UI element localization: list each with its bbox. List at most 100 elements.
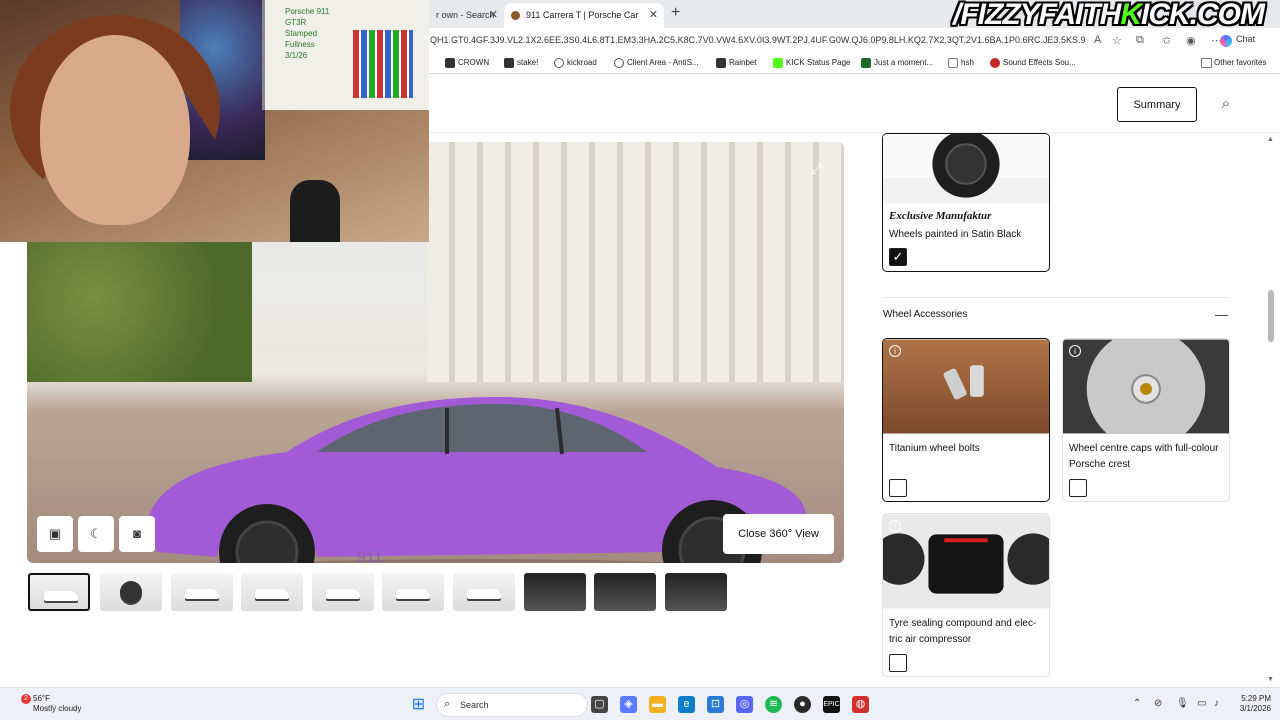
summary-button[interactable]: Summary [1117, 87, 1197, 122]
thumbnail-view-7[interactable] [453, 573, 515, 611]
page-scrollbar-thumb[interactable] [1268, 290, 1274, 342]
favorite-star-icon[interactable]: ☆ [1112, 34, 1122, 47]
rainbet-favicon-icon [716, 58, 726, 68]
thumbnail-view-4[interactable] [241, 573, 303, 611]
edge-browser-icon[interactable]: e [678, 696, 695, 713]
car-thumbnail-icon [396, 589, 430, 599]
thumbnail-view-10[interactable] [665, 573, 727, 611]
copilot-icon[interactable]: ◈ [620, 696, 637, 713]
display-icon[interactable]: ▭ [1197, 698, 1206, 709]
scroll-down-arrow-icon[interactable]: ▼ [1267, 676, 1274, 683]
network-icon[interactable]: ⊘ [1154, 698, 1162, 709]
close-icon[interactable]: ✕ [649, 3, 658, 28]
option-card-wheels-satin-black[interactable]: Exclusive Manufaktur Wheels painted in S… [882, 133, 1050, 272]
client-area-favicon-icon [614, 58, 624, 68]
kick-favicon-icon [773, 58, 783, 68]
night-mode-moon-icon[interactable]: ☾ [78, 516, 114, 552]
kickroad-favicon-icon [554, 58, 564, 68]
bookmark-item[interactable]: Sound Effects Sou... [990, 58, 1076, 68]
extensions-icon[interactable]: ⧉ [1136, 34, 1144, 47]
task-view-icon[interactable]: ▢ [591, 696, 608, 713]
sound-effects-favicon-icon [990, 58, 1000, 68]
obs-icon[interactable]: ● [794, 696, 811, 713]
checkbox-tyre-sealing[interactable] [889, 654, 907, 672]
close-360-view-button[interactable]: Close 360° View [723, 514, 834, 554]
camera-icon[interactable]: ◙ [119, 516, 155, 552]
tab-porsche-configurator[interactable]: 911 Carrera T | Porsche Car Config ✕ [504, 3, 664, 45]
checkbox-wheels-satin-black[interactable]: ✓ [889, 248, 907, 266]
car-thumbnail-icon [185, 589, 219, 599]
favorites-icon[interactable]: ✩ [1162, 34, 1171, 47]
windows-start-icon[interactable]: ⊞ [410, 696, 427, 713]
bookmark-label: KICK Status Page [786, 58, 851, 67]
bookmark-item[interactable]: Client Area - AntiS... [614, 58, 699, 68]
bookmark-item[interactable]: KICK Status Page [773, 58, 851, 68]
spotify-icon[interactable]: ≋ [765, 696, 782, 713]
wheel-satin-black-image [883, 134, 1049, 204]
info-icon[interactable]: i [1069, 345, 1081, 357]
other-favorites-folder[interactable]: Other favorites [1200, 58, 1266, 68]
bookmark-item[interactable]: Just a moment... [861, 58, 933, 68]
background-image-icon[interactable]: ▣ [37, 516, 73, 552]
option-card-wheel-centre-caps[interactable]: i Wheel centre caps with full-colour Por… [1062, 338, 1230, 502]
bookmark-item[interactable]: hsh [948, 58, 974, 68]
url-field[interactable]: QH1.GT0.4GF.3J9.VL2.1X2.6EE.3S0.4L6.8T1.… [430, 35, 1086, 45]
red-app-icon[interactable]: ◍ [852, 696, 869, 713]
tray-chevron-icon[interactable]: ⌃ [1133, 698, 1141, 709]
bookmark-label: hsh [961, 58, 974, 67]
bookmark-label: Sound Effects Sou... [1003, 58, 1076, 67]
fullscreen-expand-icon[interactable]: ⤢ [811, 160, 822, 177]
watermark-prefix: /FIZZYFAITH [953, 0, 1121, 31]
webcam-person-face [40, 35, 190, 225]
read-aloud-icon[interactable]: A [1094, 34, 1101, 46]
file-explorer-icon[interactable]: ▬ [649, 696, 666, 713]
watermark-suffix: ICK.COM [1141, 0, 1265, 31]
thumbnail-view-5[interactable] [312, 573, 374, 611]
volume-icon[interactable]: ♪ [1214, 698, 1219, 709]
info-icon[interactable]: i [889, 345, 901, 357]
option-card-tyre-sealing[interactable]: i Tyre sealing compound and elec-tric ai… [882, 513, 1050, 677]
search-icon[interactable]: ⌕ [1212, 90, 1240, 118]
scroll-up-arrow-icon[interactable]: ▲ [1267, 136, 1274, 143]
microphone-icon[interactable]: 🎙︎ [1176, 698, 1189, 709]
bookmark-item[interactable]: Rainbet [716, 58, 757, 68]
notification-badge: 2 [21, 694, 31, 704]
car-thumbnail-icon [44, 591, 78, 601]
thumbnail-view-1[interactable] [28, 573, 90, 611]
streamer-webcam-overlay: Porsche 911 GT3R Stamped Fullness 3/1/26 [0, 0, 429, 242]
thumbnail-view-2[interactable] [100, 573, 162, 611]
tab-search[interactable]: r own - Search ✕ [428, 3, 504, 28]
bookmark-item[interactable]: CROWN [445, 58, 489, 68]
bookmark-item[interactable]: stake! [504, 58, 538, 68]
webcam-markers [353, 30, 413, 98]
section-title-wheel-accessories: Wheel Accessories [883, 309, 968, 320]
collapse-minus-icon[interactable]: — [1215, 307, 1228, 322]
discord-icon[interactable]: ◎ [736, 696, 753, 713]
profile-icon[interactable]: ◉ [1186, 34, 1196, 47]
car-thumbnail-icon [326, 589, 360, 599]
stake-favicon-icon [504, 58, 514, 68]
page-favicon-icon [948, 58, 958, 68]
thumbnail-view-8[interactable] [524, 573, 586, 611]
thumbnail-view-9[interactable] [594, 573, 656, 611]
weather-desc: Mostly cloudy [33, 704, 82, 713]
bookmark-item[interactable]: kickroad [554, 58, 597, 68]
close-icon[interactable]: ✕ [489, 3, 498, 28]
svg-text:911: 911 [357, 549, 383, 563]
copilot-chat-button[interactable]: Chat [1219, 34, 1255, 47]
whiteboard-text: Porsche 911 GT3R Stamped Fullness 3/1/26 [285, 7, 330, 60]
thumbnail-view-6[interactable] [382, 573, 444, 611]
system-clock[interactable]: 5:29 PM 3/1/2026 [1231, 694, 1271, 714]
new-tab-icon[interactable]: + [671, 4, 680, 22]
thumbnail-view-3[interactable] [171, 573, 233, 611]
microsoft-store-icon[interactable]: ⊡ [707, 696, 724, 713]
weather-widget[interactable]: 2 56°F Mostly cloudy [21, 694, 82, 714]
info-icon[interactable]: i [889, 520, 901, 532]
checkbox-wheel-centre-caps[interactable] [1069, 479, 1087, 497]
windows-taskbar: 2 56°F Mostly cloudy ⊞ Search ▢ ◈ ▬ e ⊡ … [0, 687, 1280, 720]
bookmark-label: Rainbet [729, 58, 757, 67]
option-card-titanium-wheel-bolts[interactable]: i Titanium wheel bolts [882, 338, 1050, 502]
epic-games-icon[interactable]: EPIC [823, 696, 840, 713]
checkbox-titanium-wheel-bolts[interactable] [889, 479, 907, 497]
taskbar-search-box[interactable]: Search [436, 693, 588, 717]
